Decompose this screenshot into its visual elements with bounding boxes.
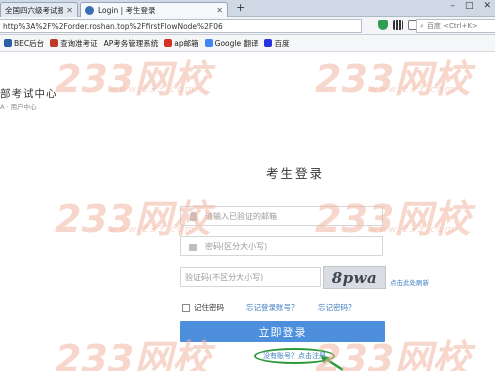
captcha-image[interactable]: 8pwa	[323, 266, 386, 289]
window-controls: – □ ✕	[450, 1, 491, 11]
forgot-password-link[interactable]: 忘记密码？	[318, 302, 356, 313]
bookmark-icon	[50, 39, 59, 47]
address-toolbar: http%3A%2F%2Forder.roshan.top%2FfirstFlo…	[0, 17, 495, 35]
remember-password[interactable]: 记住密码	[182, 302, 224, 313]
minimize-button[interactable]: –	[450, 1, 455, 11]
address-input[interactable]: http%3A%2F%2Forder.roshan.top%2FfirstFlo…	[0, 19, 362, 33]
bookmark-baidu[interactable]: 百度	[264, 38, 289, 49]
address-actions	[378, 20, 418, 30]
translate-icon	[204, 39, 213, 47]
bookmark-label: Google 翻译	[214, 38, 259, 48]
password-placeholder: 密码(区分大小写)	[205, 241, 268, 251]
bookmark-google-translate[interactable]: Google 翻译	[204, 38, 259, 49]
login-title: 考生登录	[266, 166, 325, 181]
close-window-button[interactable]: ✕	[483, 1, 491, 11]
bookmarks-bar: BEC后台 查询准考证 AP考务管理系统 ap邮箱 Google 翻译 百度	[0, 35, 495, 52]
mail-icon	[164, 39, 173, 47]
pointer-arrow-icon	[321, 356, 344, 371]
watermark-url: www.233.com	[370, 85, 456, 95]
qr-code-icon[interactable]	[393, 20, 403, 30]
tab-bar: 全国四六级考试报... ✕ Login | 考生登录 ✕ + – □ ✕	[0, 0, 495, 17]
user-icon	[181, 207, 205, 225]
watermark-logo: 233网校	[55, 57, 211, 101]
captcha-field[interactable]: 验证码(不区分大小写)	[180, 267, 321, 287]
bookmark-label: AP考务管理系统	[103, 38, 159, 48]
lock-icon	[181, 237, 205, 255]
gear-icon	[4, 39, 12, 47]
globe-icon	[85, 5, 94, 15]
tab-login[interactable]: Login | 考生登录 ✕	[80, 2, 228, 17]
close-tab-icon[interactable]: ✕	[216, 6, 223, 15]
breadcrumb: A · 用户中心	[0, 103, 37, 111]
email-field[interactable]: 请输入已验证的邮箱	[180, 206, 383, 226]
remember-checkbox[interactable]	[182, 303, 190, 312]
bookmark-admission-query[interactable]: 查询准考证	[50, 38, 98, 49]
search-icon: ⌕	[420, 21, 424, 30]
bookmark-label: ap邮箱	[174, 38, 199, 48]
bookmark-ap-mail[interactable]: ap邮箱	[164, 38, 199, 49]
remember-label: 记住密码	[194, 303, 224, 312]
forgot-account-link[interactable]: 忘记登录账号？	[246, 302, 299, 313]
tab-label: Login | 考生登录	[98, 5, 156, 15]
tab-label: 全国四六级考试报...	[5, 5, 64, 15]
site-title: 部考试中心	[0, 88, 58, 100]
email-placeholder: 请输入已验证的邮箱	[205, 211, 277, 221]
security-shield-icon[interactable]	[378, 20, 388, 30]
watermark-url: www.233.com	[110, 85, 196, 95]
new-tab-button[interactable]: +	[236, 1, 245, 14]
search-placeholder: 百度 <Ctrl+K>	[426, 22, 478, 30]
refresh-captcha-link[interactable]: 点击此处刷新	[390, 277, 429, 287]
bookmark-bec[interactable]: BEC后台	[4, 38, 44, 49]
tab-cet-registration[interactable]: 全国四六级考试报... ✕	[0, 2, 78, 17]
watermark-logo: 233网校	[315, 57, 471, 101]
captcha-placeholder: 验证码(不区分大小写)	[185, 272, 264, 282]
bookmark-ap-admin[interactable]: AP考务管理系统	[104, 38, 159, 49]
close-tab-icon[interactable]: ✕	[66, 6, 73, 15]
bookmark-label: BEC后台	[14, 38, 45, 48]
login-button[interactable]: 立即登录	[180, 321, 385, 342]
bookmark-label: 百度	[274, 38, 290, 48]
password-field[interactable]: 密码(区分大小写)	[180, 236, 383, 256]
maximize-button[interactable]: □	[465, 1, 474, 11]
baidu-icon	[264, 39, 273, 47]
watermark-url: www.233.com	[110, 225, 196, 235]
search-input[interactable]: ⌕ 百度 <Ctrl+K>	[416, 19, 495, 33]
bookmark-label: 查询准考证	[60, 38, 98, 48]
watermark-url: www.233.com	[370, 225, 456, 235]
